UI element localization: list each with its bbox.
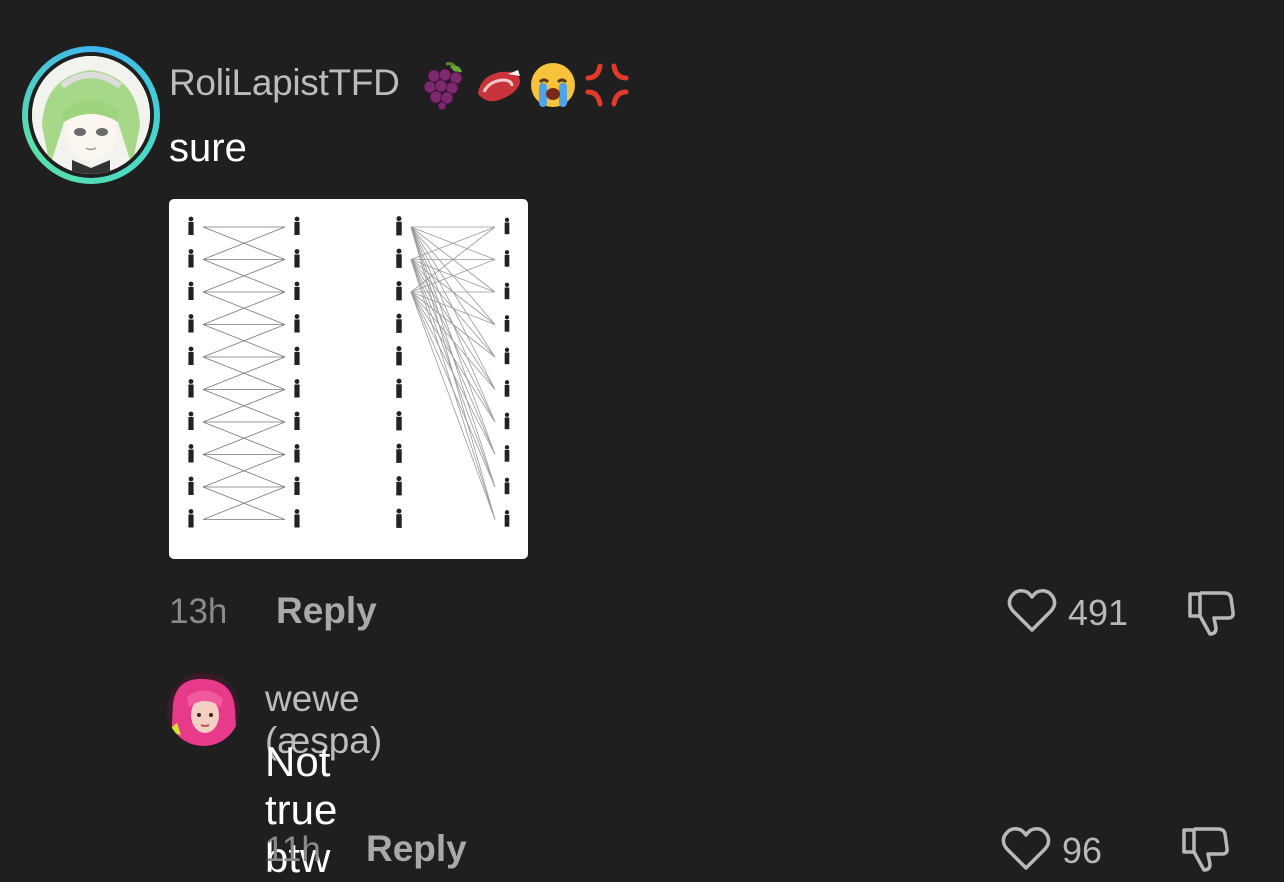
person-pictogram [188, 476, 194, 495]
person-pictogram [396, 378, 402, 398]
person-pictogram [294, 346, 300, 365]
thumbs-down-icon [1186, 591, 1238, 642]
person-pictogram [504, 347, 510, 365]
person-pictogram [396, 248, 402, 268]
person-pictogram [294, 281, 300, 300]
attached-image[interactable] [169, 199, 528, 559]
person-pictogram [396, 411, 402, 431]
connection-line [410, 291, 496, 358]
person-pictogram [504, 217, 510, 235]
like-button[interactable]: 96 [1000, 824, 1102, 877]
connection-line [410, 291, 496, 423]
person-pictogram [294, 379, 300, 398]
comment-text: sure [169, 126, 247, 170]
person-pictogram [396, 443, 402, 463]
person-pictogram [504, 282, 510, 300]
thumbs-down-icon [1180, 827, 1232, 878]
person-pictogram [396, 281, 402, 301]
like-count: 491 [1068, 591, 1129, 633]
connection-line [410, 291, 496, 325]
person-pictogram [188, 509, 194, 528]
person-pictogram [188, 249, 194, 268]
person-pictogram [294, 476, 300, 495]
avatar-story-ring[interactable] [22, 46, 160, 184]
connection-line [410, 291, 496, 520]
person-pictogram [396, 313, 402, 333]
person-pictogram [396, 216, 402, 236]
person-pictogram [188, 379, 194, 398]
person-pictogram [294, 314, 300, 333]
meat-icon [474, 60, 524, 110]
person-pictogram [396, 476, 402, 496]
person-pictogram [504, 412, 510, 430]
avatar[interactable] [167, 673, 240, 746]
person-pictogram [504, 477, 510, 495]
dislike-button[interactable] [1180, 824, 1232, 879]
person-pictogram [294, 411, 300, 430]
person-pictogram [188, 216, 194, 235]
reply-button[interactable]: Reply [366, 828, 467, 870]
person-pictogram [294, 509, 300, 528]
person-pictogram [188, 314, 194, 333]
heart-icon [1000, 824, 1052, 877]
person-pictogram [396, 508, 402, 528]
like-button[interactable]: 491 [1006, 586, 1128, 639]
timestamp: 11h [265, 830, 321, 869]
person-pictogram [294, 216, 300, 235]
person-pictogram [294, 249, 300, 268]
person-pictogram [188, 411, 194, 430]
heart-icon [1006, 586, 1058, 639]
username-emojis [420, 60, 632, 110]
person-pictogram [188, 346, 194, 365]
connection-line [410, 291, 496, 390]
person-pictogram [504, 250, 510, 267]
timestamp: 13h [169, 592, 228, 631]
dislike-button[interactable] [1186, 588, 1238, 643]
reply-button[interactable]: Reply [276, 590, 377, 632]
anger-symbol-icon [582, 60, 632, 110]
person-pictogram [188, 444, 194, 463]
crying-face-icon [528, 60, 578, 110]
person-pictogram [396, 346, 402, 366]
person-pictogram [504, 315, 510, 332]
connection-line [410, 291, 496, 455]
person-pictogram [294, 444, 300, 463]
person-pictogram [504, 510, 510, 527]
username[interactable]: RoliLapistTFD [169, 62, 400, 104]
connection-line [410, 291, 496, 488]
person-pictogram [504, 380, 510, 397]
avatar[interactable] [32, 56, 150, 174]
like-count: 96 [1062, 829, 1103, 871]
person-pictogram [188, 281, 194, 300]
grapes-icon [420, 60, 470, 110]
person-pictogram [504, 445, 510, 462]
